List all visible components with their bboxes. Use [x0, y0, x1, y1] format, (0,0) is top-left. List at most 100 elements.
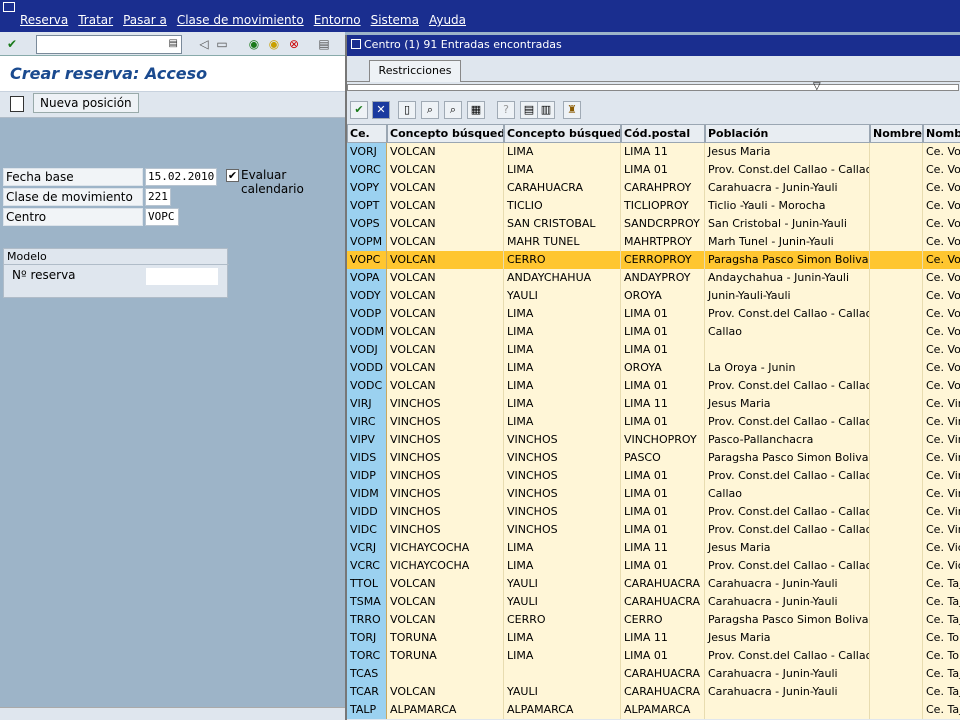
table-cell: LIMA: [504, 359, 621, 377]
back-icon[interactable]: ◉: [245, 35, 263, 53]
new-document-icon[interactable]: [10, 96, 24, 112]
table-row[interactable]: VIDP VINCHOS VINCHOS LIMA 01 Prov. Const.del…: [347, 467, 960, 485]
table-cell: VINCHOS: [387, 449, 504, 467]
table-row[interactable]: TORC TORUNA LIMA LIMA 01 Prov. Const.del Cal…: [347, 647, 960, 665]
table-cell: LIMA 01: [621, 305, 705, 323]
column-header[interactable]: Concepto búsqueda 1: [504, 124, 621, 143]
menu-ayuda[interactable]: Ayuda: [429, 13, 466, 27]
menu-entorno[interactable]: Entorno: [314, 13, 361, 27]
table-row[interactable]: VODD VOLCAN LIMA OROYA La Oroya - Junin Ce. V…: [347, 359, 960, 377]
save-icon[interactable]: ▭: [213, 35, 231, 53]
new-position-button[interactable]: Nueva posición: [33, 93, 139, 113]
details-icon[interactable]: ▯: [398, 101, 416, 119]
menu-pasar-a[interactable]: Pasar a: [123, 13, 167, 27]
table-row[interactable]: VODP VOLCAN LIMA LIMA 01 Prov. Const.del Cal…: [347, 305, 960, 323]
table-row[interactable]: VOPS VOLCAN SAN CRISTOBAL SANDCRPROY San Cri…: [347, 215, 960, 233]
find-icon[interactable]: ⌕: [421, 101, 439, 119]
tab-restricciones[interactable]: Restricciones: [369, 60, 461, 82]
table-cell: VINCHOS: [504, 449, 621, 467]
table-cell: [870, 539, 923, 557]
table-row[interactable]: VIDD VINCHOS VINCHOS LIMA 01 Prov. Const.del…: [347, 503, 960, 521]
table-row[interactable]: VIRC VINCHOS LIMA LIMA 01 Prov. Const.del Ca…: [347, 413, 960, 431]
table-row[interactable]: VOPC VOLCAN CERRO CERROPROY Paragsha Pasco S…: [347, 251, 960, 269]
system-menu-icon[interactable]: [3, 2, 15, 12]
clase-movimiento-field[interactable]: 221: [145, 188, 171, 206]
history-dropdown-icon[interactable]: ▤: [169, 38, 178, 49]
column-header[interactable]: Cód.postal: [621, 124, 705, 143]
restrictions-collapse-bar[interactable]: ▽: [347, 81, 960, 93]
enter-icon[interactable]: ✔: [3, 35, 21, 53]
table-row[interactable]: VOPY VOLCAN CARAHUACRA CARAHPROY Carahuacra …: [347, 179, 960, 197]
layout-icon[interactable]: ▥: [537, 101, 555, 119]
column-header[interactable]: Ce.: [347, 124, 387, 143]
table-row[interactable]: VIDMVINCHOSVINCHOSLIMA 01CallaoCe. Vin: [347, 485, 960, 503]
table-row[interactable]: VODJVOLCANLIMALIMA 01 Ce. Vol: [347, 341, 960, 359]
evaluar-calendario-label: Evaluar calendario: [241, 168, 304, 196]
table-row[interactable]: VOPA VOLCAN ANDAYCHAHUA ANDAYPROY Andaychahu…: [347, 269, 960, 287]
divider: [4, 264, 229, 265]
table-row[interactable]: VODY VOLCAN YAULI OROYA Junin-Yauli-Yauli Ce.…: [347, 287, 960, 305]
menu-sistema[interactable]: Sistema: [371, 13, 419, 27]
back-arrow-icon[interactable]: ◁: [195, 35, 213, 53]
table-cell: TRRO: [347, 611, 387, 629]
command-field[interactable]: ▤: [36, 35, 182, 54]
table-row[interactable]: VOPT VOLCAN TICLIO TICLIOPROY Ticlio -Yauli …: [347, 197, 960, 215]
table-cell: Paragsha Pasco Simon Bolivar: [705, 251, 870, 269]
table-row[interactable]: VIPV VINCHOS VINCHOS VINCHOPROY Pasco-Pallan…: [347, 431, 960, 449]
table-row[interactable]: VIDC VINCHOS VINCHOS LIMA 01 Prov. Const.del…: [347, 521, 960, 539]
menu-bar: Reserva Tratar Pasar a Clase de movimien…: [0, 0, 960, 32]
fecha-base-field[interactable]: 15.02.2010: [145, 168, 217, 186]
table-cell: Ce. Vol: [923, 323, 960, 341]
table-row[interactable]: VODMVOLCANLIMALIMA 01Callao Ce. Vol: [347, 323, 960, 341]
table-cell: VICHAYCOCHA: [387, 539, 504, 557]
menu-tratar[interactable]: Tratar: [78, 13, 113, 27]
table-cell: [870, 323, 923, 341]
search-help-popup: Centro (1) 91 Entradas encontradas Restr…: [345, 35, 960, 720]
table-cell: VOLCAN: [387, 215, 504, 233]
table-cell: LIMA 01: [621, 377, 705, 395]
table-row[interactable]: VCRC VICHAYCOCHA LIMA LIMA 01 Prov. Const.de…: [347, 557, 960, 575]
personalize-icon[interactable]: ♜: [563, 101, 581, 119]
table-cell: LIMA 01: [621, 161, 705, 179]
table-row[interactable]: TORJ TORUNA LIMA LIMA 11 Jesus Maria Ce. Tor: [347, 629, 960, 647]
centro-field[interactable]: VOPC: [145, 208, 179, 226]
print-preview-icon[interactable]: ▤: [520, 101, 538, 119]
table-row[interactable]: VOPM VOLCAN MAHR TUNEL MAHRTPROY Marh Tunel …: [347, 233, 960, 251]
table-row[interactable]: TCAS CARAHUACRA Carahuacra - Junin-Yauli Ce…: [347, 665, 960, 683]
table-row[interactable]: VIRJVINCHOSLIMALIMA 11Jesus Maria Ce. Vin: [347, 395, 960, 413]
cancel-icon[interactable]: ⊗: [285, 35, 303, 53]
table-row[interactable]: TALP ALPAMARCA ALPAMARCA ALPAMARCA Ce. Taj: [347, 701, 960, 719]
print-icon[interactable]: ▤: [315, 35, 333, 53]
accept-icon[interactable]: ✔: [350, 101, 368, 119]
exit-icon[interactable]: ◉: [265, 35, 283, 53]
table-cell: Ce. Vol: [923, 251, 960, 269]
table-cell: Ce. Vol: [923, 179, 960, 197]
menu-reserva[interactable]: Reserva: [20, 13, 68, 27]
table-row[interactable]: VORC VOLCAN LIMA LIMA 01 Prov. Const.del Cal…: [347, 161, 960, 179]
table-cell: LIMA 11: [621, 143, 705, 161]
table-row[interactable]: TRRO VOLCAN CERRO CERRO Paragsha Pasco Simon…: [347, 611, 960, 629]
table-row[interactable]: VIDS VINCHOS VINCHOS PASCO Paragsha Pasco Si…: [347, 449, 960, 467]
main-screen: Crear reserva: Acceso Nueva posición Fec…: [0, 56, 345, 720]
column-header[interactable]: Nombre: [923, 124, 960, 143]
table-row[interactable]: TCAR VOLCAN YAULI CARAHUACRA Carahuacra - Ju…: [347, 683, 960, 701]
table-row[interactable]: VCRJ VICHAYCOCHA LIMA LIMA 11 Jesus Maria Ce.…: [347, 539, 960, 557]
table-row[interactable]: TTOL VOLCAN YAULI CARAHUACRA Carahuacra - Ju…: [347, 575, 960, 593]
find-next-icon[interactable]: ⌕: [444, 101, 462, 119]
table-cell: Ce. Vol: [923, 305, 960, 323]
column-header[interactable]: Nombre 2: [870, 124, 923, 143]
reserva-field[interactable]: [146, 268, 218, 285]
column-header[interactable]: Concepto búsqueda 2: [387, 124, 504, 143]
table-cell: [870, 395, 923, 413]
menu-clase-movimiento[interactable]: Clase de movimiento: [177, 13, 304, 27]
cancel-icon[interactable]: ✕: [372, 101, 390, 119]
help-icon[interactable]: ?: [497, 101, 515, 119]
table-row[interactable]: TSMA VOLCAN YAULI CARAHUACRA Carahuacra - Ju…: [347, 593, 960, 611]
evaluar-calendario-checkbox[interactable]: ✔: [226, 169, 239, 182]
table-row[interactable]: VORJVOLCANLIMALIMA 11Jesus Maria Ce. Vol: [347, 143, 960, 161]
expand-arrow-icon[interactable]: ▽: [813, 81, 821, 92]
table-row[interactable]: VODC VOLCAN LIMA LIMA 01 Prov. Const.del Cal…: [347, 377, 960, 395]
column-header[interactable]: Población: [705, 124, 870, 143]
filter-icon[interactable]: ▦: [467, 101, 485, 119]
modelo-tab: Modelo: [7, 250, 47, 263]
